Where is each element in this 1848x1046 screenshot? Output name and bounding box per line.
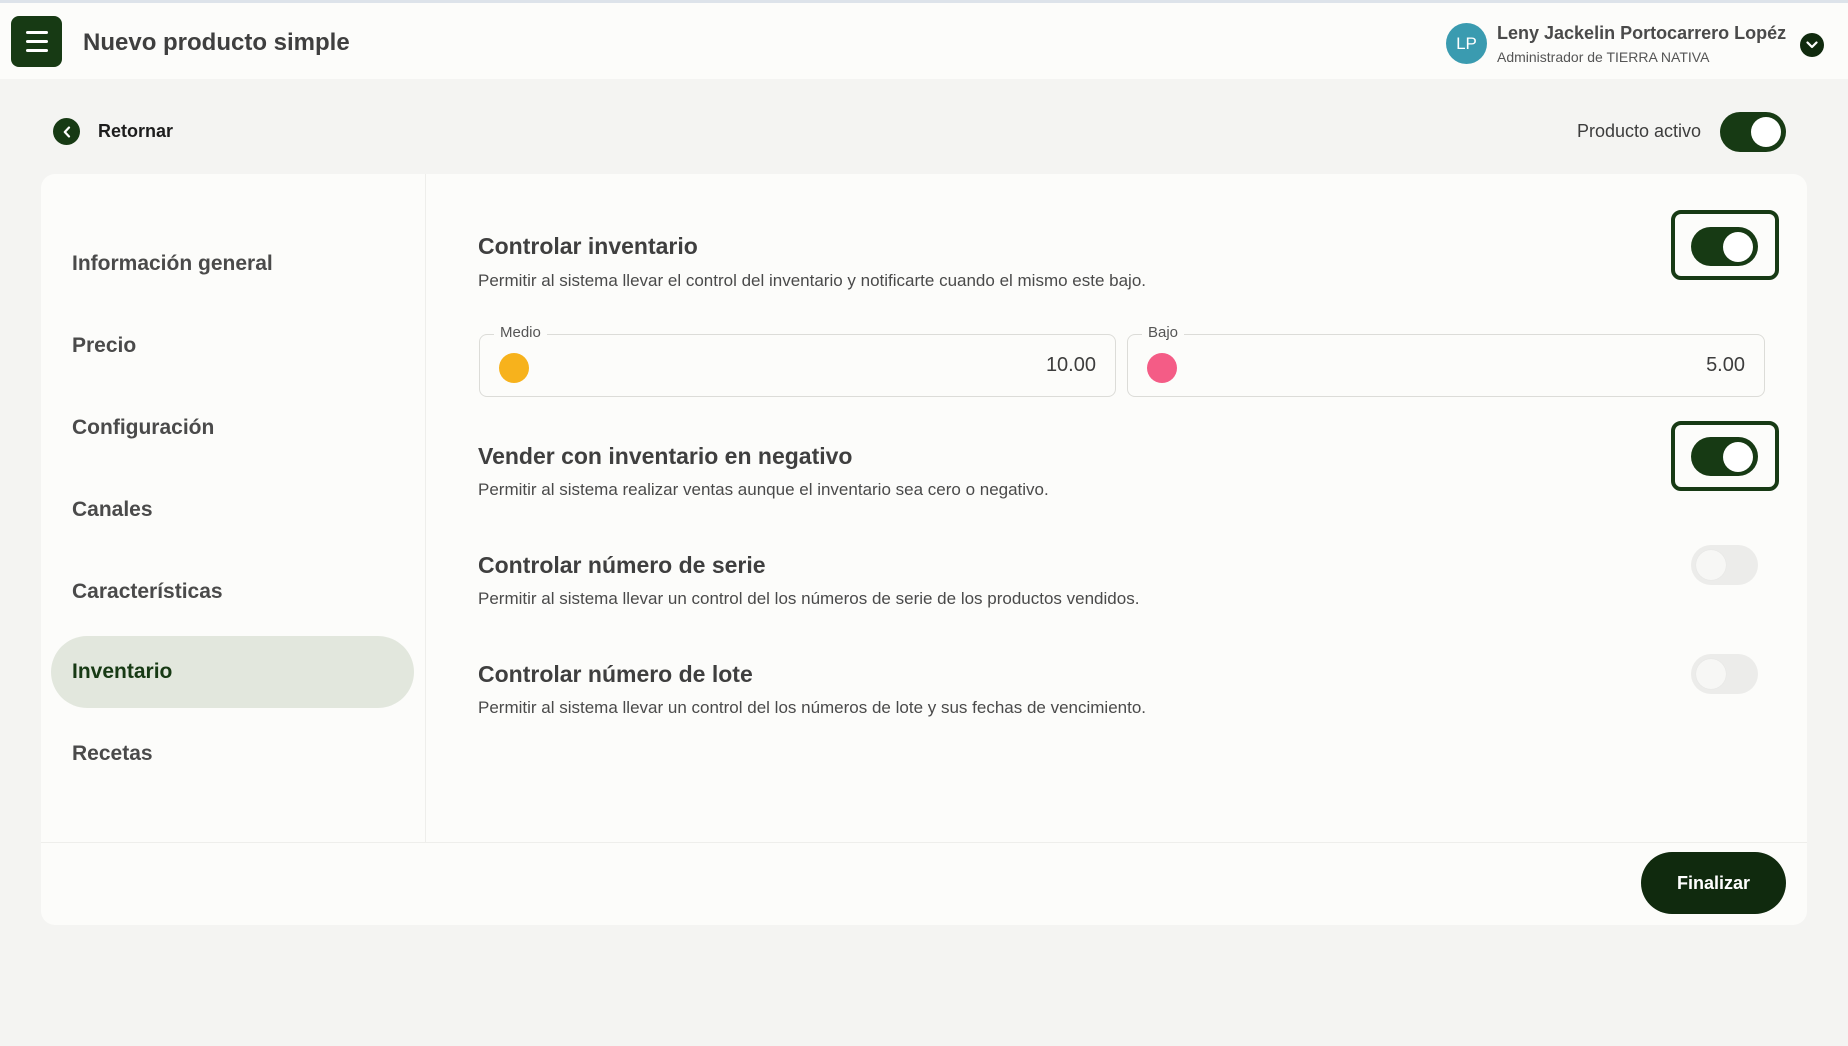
chevron-down-icon[interactable] xyxy=(1800,33,1824,57)
sidebar-item-precio[interactable]: Precio xyxy=(51,310,414,382)
serial-number-toggle[interactable] xyxy=(1691,545,1758,585)
sidebar-item-label: Precio xyxy=(72,334,137,357)
medium-stock-field[interactable]: Medio 10.00 xyxy=(479,324,1116,397)
sidebar-item-configuracion[interactable]: Configuración xyxy=(51,392,414,464)
low-status-dot-icon xyxy=(1147,353,1177,383)
toggle-knob xyxy=(1751,117,1781,147)
low-stock-label: Bajo xyxy=(1142,324,1185,341)
low-stock-field[interactable]: Bajo 5.00 xyxy=(1127,324,1765,397)
toggle-knob xyxy=(1696,659,1726,689)
toggle-knob xyxy=(1723,441,1753,472)
serial-number-title: Controlar número de serie xyxy=(478,552,766,578)
user-role: Administrador de TIERRA NATIVA xyxy=(1497,49,1710,65)
negative-sales-description: Permitir al sistema realizar ventas aunq… xyxy=(478,480,1049,499)
sidebar-item-label: Canales xyxy=(72,498,153,521)
page-title: Nuevo producto simple xyxy=(83,29,350,56)
sidebar-item-label: Información general xyxy=(72,252,273,275)
low-stock-value: 5.00 xyxy=(1706,354,1745,376)
finish-button[interactable]: Finalizar xyxy=(1641,852,1786,914)
medium-stock-value: 10.00 xyxy=(1045,354,1096,376)
toggle-knob xyxy=(1723,231,1753,262)
product-active-toggle[interactable] xyxy=(1720,112,1786,152)
sidebar-item-informacion-general[interactable]: Información general xyxy=(51,228,414,300)
medium-stock-label: Medio xyxy=(494,324,547,341)
negative-sales-title: Vender con inventario en negativo xyxy=(478,443,853,469)
toggle-knob xyxy=(1696,550,1726,580)
menu-line xyxy=(25,31,48,34)
top-bar: Nuevo producto simple LP Leny Jackelin P… xyxy=(0,0,1848,79)
sidebar-item-label: Características xyxy=(72,580,223,603)
hamburger-menu-icon[interactable] xyxy=(11,16,62,67)
sidebar-item-inventario[interactable]: Inventario xyxy=(51,636,414,708)
avatar[interactable]: LP xyxy=(1446,23,1487,64)
product-active-label: Producto activo xyxy=(1577,121,1702,141)
sidebar-divider xyxy=(425,174,426,842)
control-inventory-description: Permitir al sistema llevar el control de… xyxy=(478,271,1147,290)
sidebar-item-caracteristicas[interactable]: Características xyxy=(51,556,414,628)
lot-number-title: Controlar número de lote xyxy=(478,661,753,687)
footer-divider xyxy=(41,842,1807,843)
control-inventory-toggle[interactable] xyxy=(1691,227,1758,266)
sidebar-item-canales[interactable]: Canales xyxy=(51,474,414,546)
back-link[interactable]: Retornar xyxy=(98,121,173,142)
user-name: Leny Jackelin Portocarrero Lopéz xyxy=(1497,23,1787,43)
serial-number-description: Permitir al sistema llevar un control de… xyxy=(478,589,1140,608)
sidebar-item-label: Inventario xyxy=(72,660,173,683)
menu-line xyxy=(25,40,48,43)
sidebar-item-label: Recetas xyxy=(72,742,153,765)
lot-number-description: Permitir al sistema llevar un control de… xyxy=(478,698,1147,717)
chevron-left-icon[interactable] xyxy=(53,118,80,145)
sidebar-item-recetas[interactable]: Recetas xyxy=(51,718,414,790)
lot-number-toggle[interactable] xyxy=(1691,654,1758,694)
medium-status-dot-icon xyxy=(499,353,529,383)
negative-sales-toggle[interactable] xyxy=(1691,437,1758,476)
control-inventory-title: Controlar inventario xyxy=(478,233,698,259)
menu-line xyxy=(25,49,48,52)
sidebar-item-label: Configuración xyxy=(72,416,215,439)
